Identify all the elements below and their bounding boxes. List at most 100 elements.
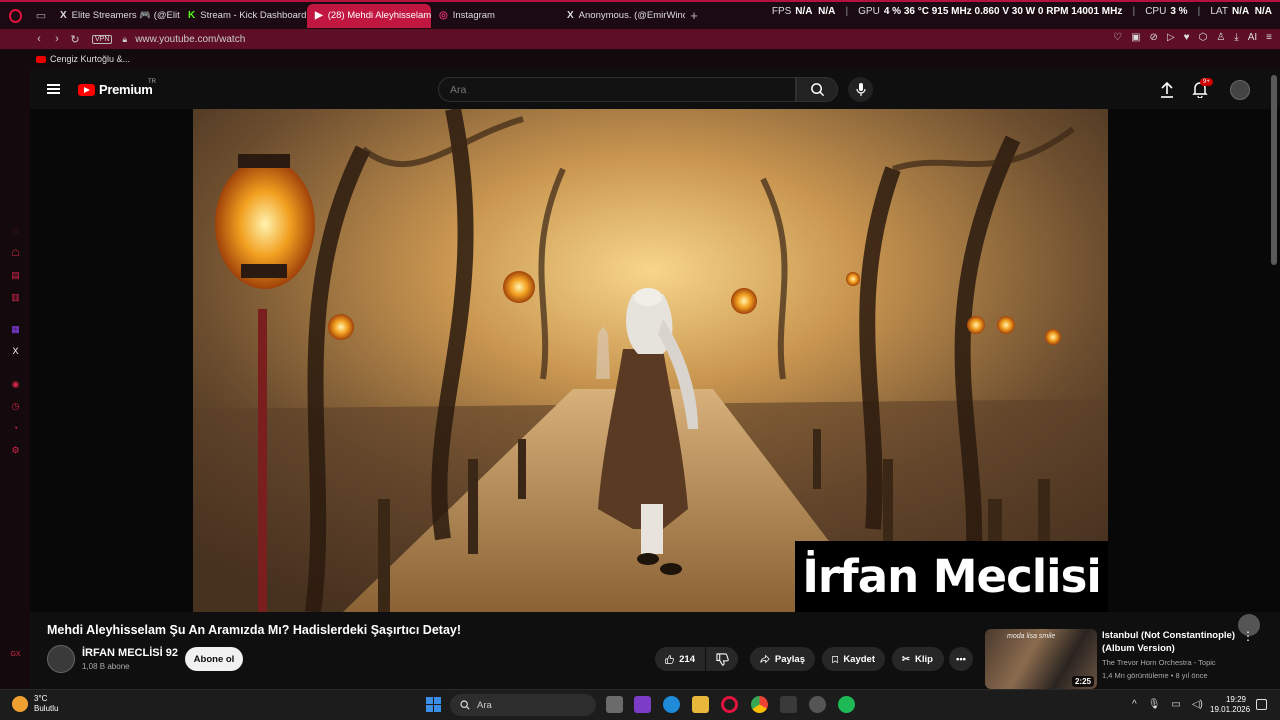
bookmark-item[interactable]: Cengiz Kurtoğlu &... [50,54,130,64]
twitch-icon[interactable]: ▦ [10,324,21,335]
address-actions: ♡ ▣ ⊘ ▷ ♥ ⬡ ♙ ⤓ AI ≡ [1113,32,1272,43]
channel-avatar[interactable] [47,645,75,673]
system-clock[interactable]: 19:29 19.01.2026 [1210,695,1250,715]
thumbs-up-icon [665,654,674,664]
opera-logo-icon[interactable] [0,2,30,29]
new-tab-button[interactable]: + [685,8,703,23]
search-box [438,77,796,102]
url-field[interactable]: www.youtube.com/watch [135,34,245,45]
subscribe-button[interactable]: Abone ol [185,647,243,671]
back-icon[interactable]: ‹ [30,33,48,45]
opera-gx-icon[interactable] [721,696,738,713]
file-explorer-icon[interactable] [692,696,709,713]
video-title: Mehdi Aleyhisselam Şu An Aramızda Mı? Ha… [47,623,462,637]
chat-icon[interactable]: ◔ [10,423,21,434]
extensions-icon[interactable]: ⬡ [1199,32,1208,43]
thumbs-down-icon [715,652,729,666]
video-player[interactable]: İrfan Meclisi [193,109,1108,612]
ai-button[interactable]: AI [1248,32,1257,43]
youtube-header: Premium TR 9+ [30,69,1280,109]
steam-icon[interactable] [809,696,826,713]
youtube-icon [36,55,46,63]
microphone-icon[interactable]: 🎙︎ [1148,699,1161,710]
task-view-icon[interactable] [606,696,623,713]
video-overlay-title: İrfan Meclisi [795,541,1108,612]
photoshop-icon[interactable] [634,696,651,713]
edge-icon[interactable] [663,696,680,713]
voice-search-button[interactable] [848,77,873,102]
youtube-page: Premium TR 9+ [30,69,1280,689]
search-button[interactable] [796,77,838,102]
notification-badge: 9+ [1200,78,1213,86]
recommended-video-thumbnail[interactable]: moda lisa smile 2:25 [985,629,1097,689]
like-button[interactable]: 214 [655,647,705,671]
menu-icon[interactable]: ≡ [1266,32,1272,43]
tab-elite-streamers[interactable]: X Elite Streamers 🎮 (@Elite [52,4,180,28]
chrome-icon[interactable] [751,696,768,713]
taskbar-search[interactable]: Ara [450,694,596,716]
store-icon[interactable] [780,696,797,713]
forward-icon[interactable]: › [48,33,66,45]
channel-subscriber-count: 1,08 B abone [82,662,130,671]
share-icon [760,654,770,664]
more-horizontal-icon: ••• [956,653,966,665]
tab-anonymous[interactable]: X Anonymous. (@EmirWinch [559,4,685,28]
tab-instagram[interactable]: ◎ Instagram [431,4,559,28]
clip-button[interactable]: ✂ Klip [892,647,944,671]
network-icon[interactable]: ▭ [1171,699,1180,710]
ai-icon[interactable]: ☖ [10,248,21,259]
create-button[interactable] [1160,81,1174,103]
browser-sidebar: ◌ ☖ ▤ ▥ ▦ X ◉ ◷ ◔ ⚙ GX [0,69,30,689]
chevron-up-icon[interactable]: ^ [1132,699,1137,710]
player-icon[interactable]: ▷ [1167,32,1175,43]
recommended-video-title[interactable]: Istanbul (Not Constantinople) (Album Ver… [1102,629,1237,655]
settings-icon[interactable]: ⚙ [10,445,21,456]
heart-icon[interactable]: ♥ [1184,32,1190,43]
dislike-button[interactable] [706,647,738,671]
windows-start-icon[interactable] [426,697,441,712]
bookmarks-bar: Cengiz Kurtoğlu &... [0,49,1280,69]
mail-icon[interactable]: ▥ [10,292,21,303]
more-vertical-icon[interactable]: ⋮ [1242,629,1254,643]
page-scrollbar[interactable] [1271,75,1277,265]
x-icon[interactable]: X [10,346,21,357]
channel-name[interactable]: İRFAN MECLİSİ 92 [82,647,178,659]
performance-overlay: FPS N/A N/A | GPU 4 % 36 °C 915 MHz 0.860 … [771,6,1272,17]
search-input[interactable] [439,78,795,101]
weather-icon [12,696,28,712]
tab-youtube-active[interactable]: ▶ (28) Mehdi Aleyhisselam [307,3,431,28]
profile-icon[interactable]: ♙ [1216,32,1225,43]
notification-center-icon[interactable] [1256,699,1267,710]
tab-kick-dashboard[interactable]: K Stream - Kick Dashboard [180,4,307,28]
history-icon[interactable]: ◷ [10,401,21,412]
upload-icon [1161,81,1173,98]
hamburger-menu-icon[interactable] [47,84,60,94]
download-icon[interactable]: ⤓ [1234,32,1238,43]
account-avatar[interactable] [1230,80,1250,100]
spotify-icon[interactable] [838,696,855,713]
messenger-icon[interactable]: ▤ [10,270,21,281]
player-icon[interactable]: ◉ [10,379,21,390]
gx-icon[interactable]: GX [10,649,21,660]
workspaces-icon[interactable]: ▭ [30,2,52,29]
weather-widget[interactable]: 3°C Bulutlu [12,694,58,714]
vpn-badge[interactable]: VPN [92,34,113,44]
adblock-icon[interactable]: ⊘ [1150,32,1158,43]
browser-tabbar: ▭ X Elite Streamers 🎮 (@Elite K Stream -… [0,0,1280,29]
like-count: 214 [679,653,695,665]
snapshot-icon[interactable]: ▣ [1131,32,1140,43]
bookmark-icon[interactable]: ♡ [1113,32,1122,43]
reload-icon[interactable]: ↻ [66,33,84,46]
lock-icon[interactable]: 🔒︎ [122,34,127,45]
search-icon [810,83,824,97]
aria-icon[interactable]: ◌ [10,226,21,237]
save-button[interactable]: Kaydet [822,647,885,671]
scissors-icon: ✂ [902,653,910,665]
x-icon: X [567,10,574,21]
share-button[interactable]: Paylaş [750,647,815,671]
youtube-logo[interactable]: Premium [78,82,153,97]
more-actions-button[interactable]: ••• [949,647,973,671]
video-frame-image [193,109,1108,612]
volume-icon[interactable]: ◁) [1192,699,1203,710]
recommended-video-channel[interactable]: The Trevor Horn Orchestra - Topic [1102,658,1216,667]
